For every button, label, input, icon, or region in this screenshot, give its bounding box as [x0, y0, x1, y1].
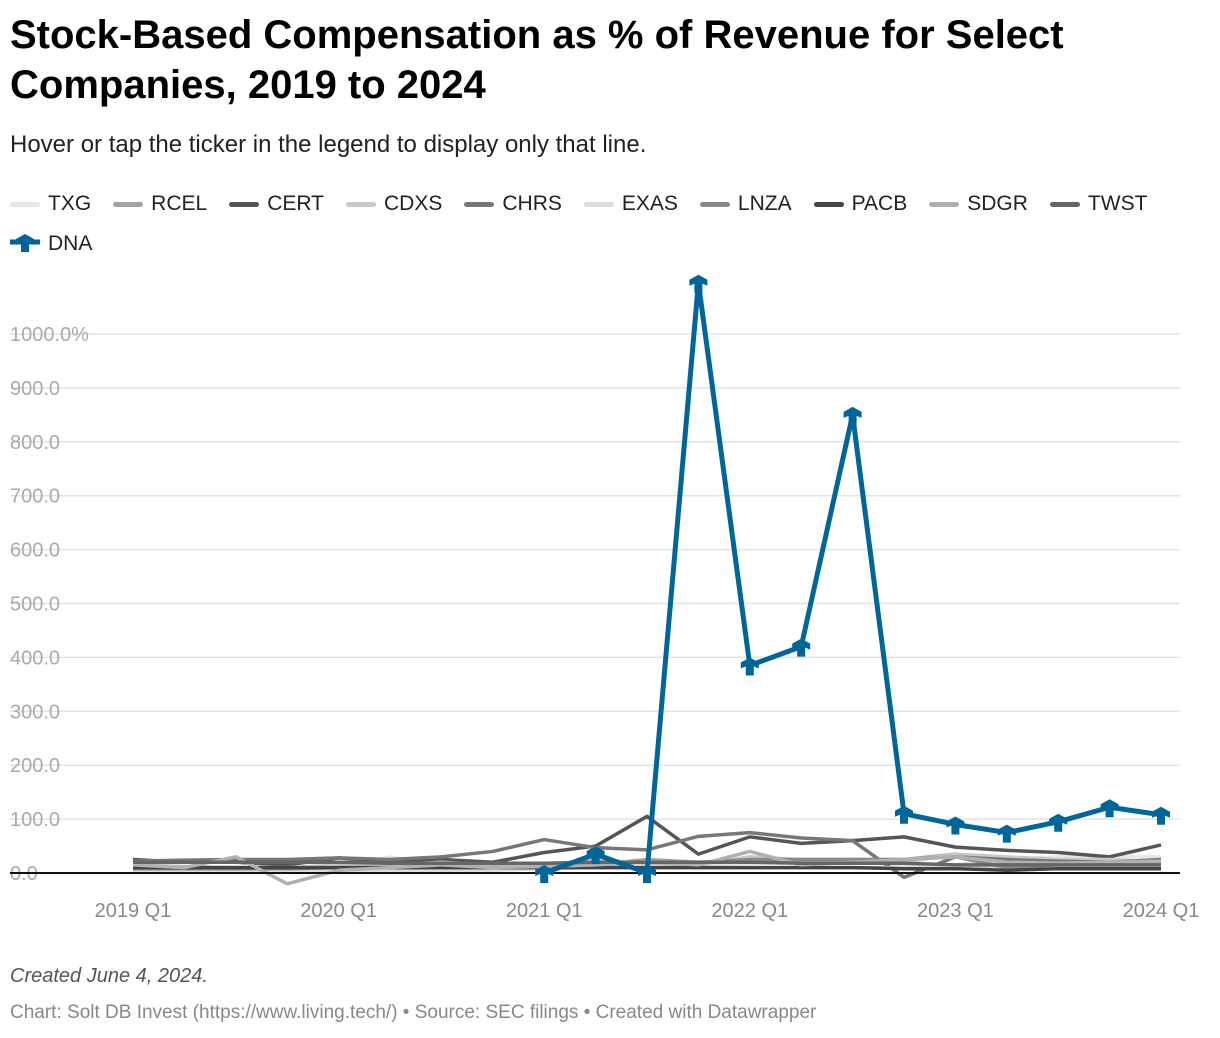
x-tick-label: 2021 Q1: [506, 900, 583, 922]
legend-swatch: [10, 234, 40, 252]
y-tick-label: 1000.0%: [10, 324, 89, 346]
legend-label: CHRS: [502, 192, 562, 215]
legend-swatch: [1049, 201, 1080, 207]
created-note: Created June 4, 2024.: [10, 965, 208, 987]
legend-item-chrs[interactable]: CHRS: [464, 190, 562, 218]
legend-item-exas[interactable]: EXAS: [583, 190, 678, 218]
x-tick-label: 2020 Q1: [300, 900, 377, 922]
legend-label: CERT: [267, 192, 324, 215]
x-tick-label: 2019 Q1: [95, 900, 172, 922]
legend-item-rcel[interactable]: RCEL: [113, 190, 207, 218]
legend-item-cdxs[interactable]: CDXS: [346, 190, 442, 218]
legend-item-txg[interactable]: TXG: [10, 190, 91, 218]
legend-swatch: [699, 201, 730, 207]
data-point-dna[interactable]: [843, 406, 862, 425]
chart-title: Stock-Based Compensation as % of Revenue…: [10, 13, 1064, 107]
legend-swatch: [583, 201, 614, 207]
data-point-dna[interactable]: [1049, 813, 1068, 832]
legend-swatch: [113, 201, 144, 207]
data-point-dna[interactable]: [1100, 799, 1119, 818]
legend-label: SDGR: [967, 192, 1028, 215]
data-point-dna[interactable]: [689, 274, 708, 293]
y-tick-label: 100.0: [10, 809, 60, 831]
y-tick-label: 900.0: [10, 378, 60, 400]
y-tick-label: 200.0: [10, 755, 60, 777]
data-point-dna[interactable]: [997, 824, 1016, 843]
legend-item-cert[interactable]: CERT: [229, 190, 324, 218]
data-point-dna[interactable]: [740, 657, 759, 676]
legend-label: PACB: [851, 192, 908, 215]
line-chart: 0.0100.0200.0300.0400.0500.0600.0700.080…: [10, 274, 1200, 922]
source-note: Chart: Solt DB Invest (https://www.livin…: [10, 1002, 817, 1023]
chart-subtitle: Hover or tap the ticker in the legend to…: [10, 131, 647, 158]
legend: TXG RCEL CERT CDXS CHRS EXAS LNZA PACB SDGR TWST D…: [10, 190, 1190, 258]
legend-swatch: [346, 201, 376, 207]
legend-swatch: [813, 201, 844, 207]
chart-page: Stock-Based Compensation as % of Revenue…: [0, 0, 1220, 1038]
legend-label: EXAS: [621, 192, 678, 215]
y-tick-label: 700.0: [10, 486, 60, 508]
x-tick-label: 2023 Q1: [917, 900, 994, 922]
data-point-dna[interactable]: [792, 638, 811, 657]
y-tick-label: 800.0: [10, 432, 60, 454]
y-tick-label: 500.0: [10, 594, 60, 616]
series-line-dna[interactable]: [543, 280, 1162, 876]
legend-swatch: [929, 201, 960, 207]
y-tick-label: 300.0: [10, 701, 60, 723]
legend-label: LNZA: [737, 192, 792, 215]
x-tick-label: 2022 Q1: [711, 900, 788, 922]
legend-item-twst[interactable]: TWST: [1049, 190, 1148, 218]
y-tick-label: 600.0: [10, 540, 60, 562]
legend-label: DNA: [48, 232, 93, 255]
legend-swatch: [464, 201, 495, 207]
legend-item-dna[interactable]: DNA: [10, 230, 92, 258]
y-tick-label: 400.0: [10, 647, 60, 669]
legend-swatch: [10, 201, 40, 207]
x-tick-label: 2024 Q1: [1123, 900, 1200, 922]
legend-label: CDXS: [384, 192, 443, 215]
legend-label: TXG: [48, 192, 92, 215]
legend-item-lnza[interactable]: LNZA: [699, 190, 792, 218]
legend-label: RCEL: [151, 192, 208, 215]
legend-item-sdgr[interactable]: SDGR: [929, 190, 1028, 218]
legend-swatch: [229, 201, 260, 207]
legend-label: TWST: [1087, 192, 1148, 215]
legend-item-pacb[interactable]: PACB: [813, 190, 908, 218]
data-point-dna[interactable]: [895, 805, 913, 824]
data-point-dna[interactable]: [1152, 806, 1170, 825]
